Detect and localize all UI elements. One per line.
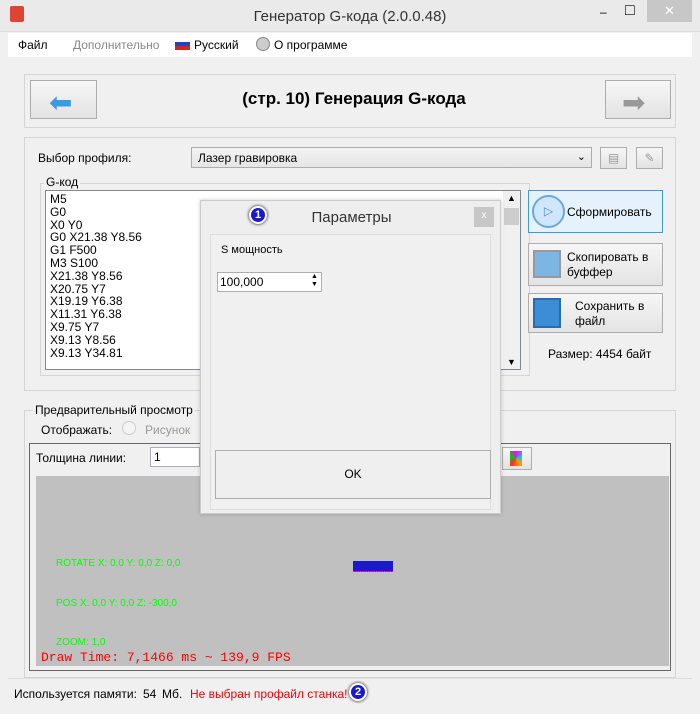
- gcode-label: G-код: [44, 175, 81, 189]
- memory-value: 54: [143, 687, 157, 701]
- minimize-button[interactable]: ‒: [600, 5, 607, 19]
- save-button[interactable]: Сохранить в файл: [528, 293, 663, 333]
- drawing-preview: [353, 561, 393, 572]
- s-power-value: 100,000: [220, 275, 264, 289]
- floppy-icon: [533, 298, 561, 328]
- scrollbar[interactable]: ▲ ▼: [503, 191, 520, 369]
- s-power-label: S мощность: [221, 244, 283, 256]
- dialog-body: S мощность 100,000 ▲ ▼ OK: [210, 234, 491, 510]
- scroll-thumb[interactable]: [504, 208, 519, 225]
- chevron-down-icon: ⌄: [576, 151, 586, 163]
- page-title: (стр. 10) Генерация G-кода: [242, 89, 466, 108]
- scroll-up-icon[interactable]: ▲: [507, 193, 516, 203]
- line-width-label: Толщина линии:: [36, 451, 127, 465]
- palette-icon: [510, 451, 522, 466]
- copy-computer-icon: [533, 250, 561, 278]
- menu-bar: Файл Дополнительно Русский О программе: [8, 33, 692, 57]
- memory-unit: Мб.: [162, 687, 183, 701]
- dialog-close-button[interactable]: x: [474, 207, 494, 227]
- rotate-readout: ROTATE X: 0,0 Y: 0,0 Z: 0,0: [56, 558, 181, 569]
- play-icon: ▷: [532, 195, 565, 228]
- profile-select[interactable]: Лазер гравировка ⌄: [191, 147, 592, 168]
- s-power-input[interactable]: 100,000 ▲ ▼: [217, 272, 322, 292]
- add-profile-button[interactable]: ▤: [600, 147, 627, 169]
- back-button[interactable]: ⬅: [30, 80, 97, 119]
- copy-button[interactable]: Скопировать в буффер: [528, 243, 663, 286]
- arrow-right-icon: ➡: [622, 87, 646, 118]
- spinner-arrows-icon[interactable]: ▲ ▼: [309, 273, 320, 289]
- menu-file[interactable]: Файл: [18, 38, 48, 52]
- title-bar: Генератор G-кода (2.0.0.48) ‒ □ ✕: [0, 0, 700, 32]
- generate-label: Сформировать: [567, 205, 652, 219]
- ok-button[interactable]: OK: [215, 450, 491, 499]
- about-icon: [256, 37, 270, 51]
- scroll-down-icon[interactable]: ▼: [507, 357, 516, 367]
- generate-button[interactable]: ▷ Сформировать: [528, 190, 663, 233]
- status-bar: [8, 678, 692, 679]
- picture-radio[interactable]: [122, 421, 136, 435]
- draw-time: Draw Time: 7,1466 ms ~ 139,9 FPS: [41, 650, 291, 665]
- profile-label: Выбор профиля:: [38, 151, 132, 165]
- preview-label: Предварительный просмотр: [33, 403, 195, 417]
- zoom-readout: ZOOM: 1,0: [56, 637, 106, 648]
- color-palette-button[interactable]: [502, 447, 532, 470]
- edit-profile-button[interactable]: ✎: [636, 147, 663, 169]
- forward-button[interactable]: ➡: [605, 80, 671, 119]
- parameters-dialog: 1 Параметры x S мощность 100,000 ▲ ▼ OK: [200, 200, 501, 514]
- picture-radio-label: Рисунок: [145, 423, 191, 437]
- save-label: Сохранить в файл: [575, 299, 645, 328]
- memory-label: Используется памяти:: [14, 687, 137, 701]
- menu-extra[interactable]: Дополнительно: [73, 38, 159, 52]
- line-width-spinner[interactable]: 1: [150, 447, 200, 467]
- arrow-left-icon: ⬅: [49, 87, 73, 118]
- display-label: Отображать:: [41, 423, 113, 437]
- copy-label: Скопировать в буффер: [567, 250, 649, 279]
- menu-about[interactable]: О программе: [274, 38, 347, 52]
- badge-2: 2: [349, 683, 367, 701]
- russian-flag-icon: [175, 38, 190, 50]
- close-button[interactable]: ✕: [647, 0, 692, 22]
- dialog-title: Параметры: [311, 209, 392, 226]
- maximize-button[interactable]: □: [625, 2, 635, 20]
- pos-readout: POS X: 0,0 Y: 0,0 Z: -300,0: [56, 598, 177, 609]
- window-title: Генератор G-кода (2.0.0.48): [253, 8, 447, 25]
- profile-value: Лазер гравировка: [198, 151, 298, 165]
- menu-language[interactable]: Русский: [194, 38, 239, 52]
- line-width-value: 1: [154, 450, 161, 464]
- status-warning: Не выбран профайл станка!: [190, 687, 348, 701]
- ok-label: OK: [344, 467, 362, 481]
- file-size: Размер: 4454 байт: [548, 347, 652, 361]
